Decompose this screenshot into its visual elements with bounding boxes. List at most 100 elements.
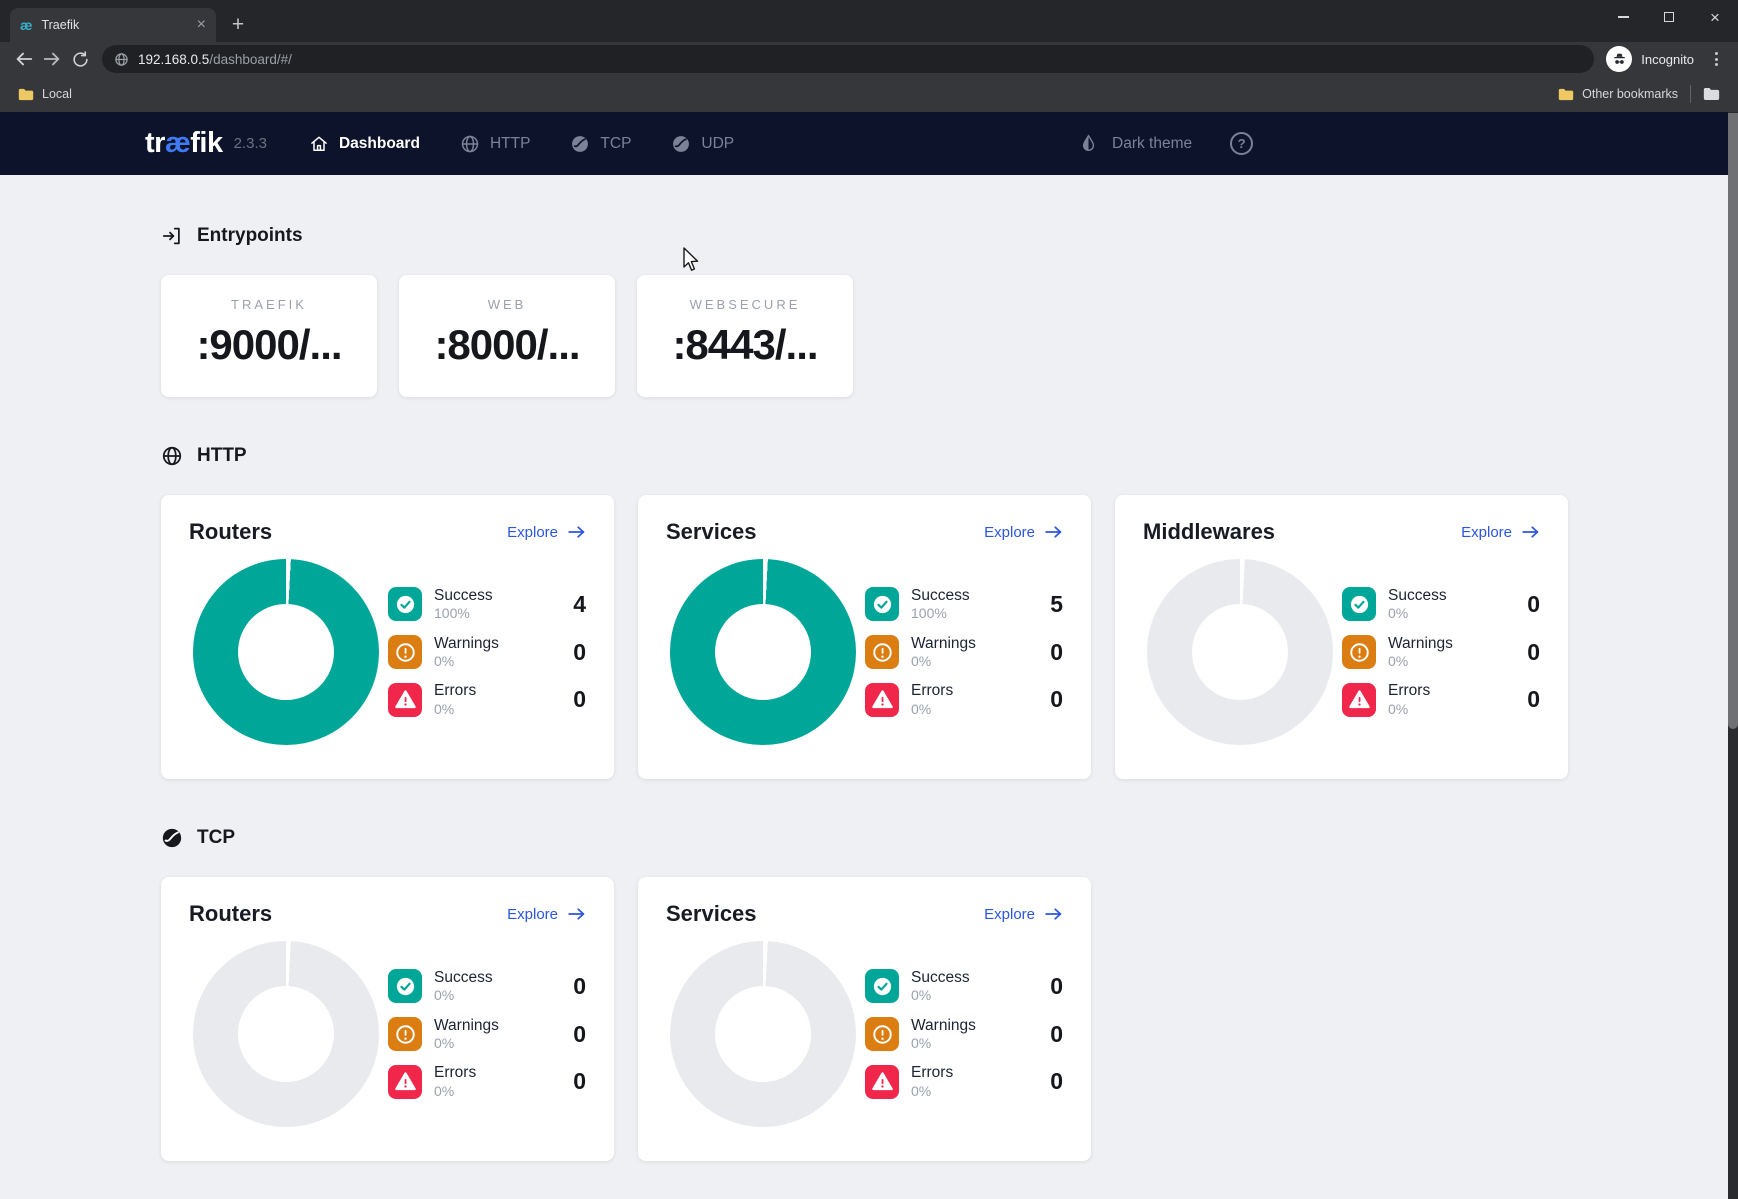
stat-percent: 0% xyxy=(911,701,953,719)
nav-dashboard[interactable]: Dashboard xyxy=(309,134,420,154)
stat-value: 0 xyxy=(573,1068,586,1095)
cards-row: RoutersExploreSuccess0%0Warnings0%0Error… xyxy=(161,877,1568,1161)
explore-link[interactable]: Explore xyxy=(507,906,586,923)
stat-percent: 100% xyxy=(434,605,493,623)
check-circle-icon xyxy=(871,975,894,998)
alert-circle-icon xyxy=(1348,641,1371,664)
maximize-button[interactable] xyxy=(1646,0,1692,34)
stat-label: Success xyxy=(911,586,970,605)
stat-label: Success xyxy=(911,968,970,987)
url-bar[interactable]: 192.168.0.5/dashboard/#/ xyxy=(102,45,1594,73)
warning-badge xyxy=(388,635,422,669)
stat-percent: 0% xyxy=(1388,653,1453,671)
back-button[interactable] xyxy=(10,45,38,73)
stat-value: 0 xyxy=(1050,1021,1063,1048)
header-right: Dark theme ? xyxy=(1078,112,1253,175)
stat-row-warning: Warnings0% 0 xyxy=(865,1016,1063,1053)
scrollbar-track[interactable] xyxy=(1728,112,1738,1199)
dark-theme-toggle[interactable]: Dark theme xyxy=(1078,133,1192,154)
entrypoints-heading: Entrypoints xyxy=(161,225,1568,247)
stat-row-error: Errors0%0 xyxy=(388,681,586,718)
check-circle-icon xyxy=(394,593,417,616)
warning-badge xyxy=(865,1017,899,1051)
stats-list: Success0%0Warnings0%0Errors0%0 xyxy=(865,968,1063,1101)
card-title: Services xyxy=(666,901,757,927)
stat-percent: 0% xyxy=(1388,701,1430,719)
stat-row-success: Success0%0 xyxy=(1342,586,1540,623)
scrollbar-thumb[interactable] xyxy=(1728,113,1738,729)
all-bookmarks-folder-icon[interactable] xyxy=(1703,87,1720,101)
alert-circle-icon xyxy=(394,641,417,664)
alert-circle-icon xyxy=(871,1023,894,1046)
globe-icon xyxy=(161,445,183,467)
contrast-droplet-icon xyxy=(1078,133,1099,154)
explore-link[interactable]: Explore xyxy=(1461,524,1540,541)
alert-triangle-icon xyxy=(871,1070,894,1093)
card-title: Routers xyxy=(189,519,272,545)
stat-row-error: Errors0%0 xyxy=(865,681,1063,718)
nav-udp[interactable]: UDP xyxy=(671,134,734,154)
proxy-dark-icon xyxy=(161,827,183,849)
explore-link[interactable]: Explore xyxy=(984,524,1063,541)
minimize-button[interactable] xyxy=(1600,0,1646,34)
explore-link[interactable]: Explore xyxy=(984,906,1063,923)
window-controls: × xyxy=(1600,0,1738,34)
stat-percent: 0% xyxy=(911,1035,976,1053)
entrypoint-card-websecure: WEBSECURE :8443/... xyxy=(637,275,853,397)
stat-row-success: Success0% 0 xyxy=(865,968,1063,1005)
success-badge xyxy=(388,969,422,1003)
other-bookmarks[interactable]: Other bookmarks xyxy=(1558,87,1678,101)
browser-tab[interactable]: æ Traefik × xyxy=(10,8,216,42)
stat-percent: 100% xyxy=(911,605,970,623)
browser-menu-button[interactable] xyxy=(1704,45,1728,73)
stat-row-success: Success100%4 xyxy=(388,586,586,623)
card-title: Services xyxy=(666,519,757,545)
folder-icon xyxy=(1558,88,1574,101)
stat-value: 0 xyxy=(1527,639,1540,666)
help-icon[interactable]: ? xyxy=(1230,132,1253,155)
browser-tab-strip: æ Traefik × + × xyxy=(0,0,1738,42)
new-tab-button[interactable]: + xyxy=(224,11,252,39)
explore-link[interactable]: Explore xyxy=(507,524,586,541)
alert-circle-icon xyxy=(871,641,894,664)
stat-percent: 0% xyxy=(911,987,970,1005)
stat-label: Errors xyxy=(1388,681,1430,700)
error-badge xyxy=(865,1065,899,1099)
donut-chart xyxy=(670,559,856,745)
donut-chart xyxy=(193,559,379,745)
screen: æ Traefik × + × 192.168.0.5/dashboard/#/ xyxy=(0,0,1738,1199)
card-title: Routers xyxy=(189,901,272,927)
stat-row-warning: Warnings0%0 xyxy=(388,634,586,671)
card-tcp-routers: RoutersExploreSuccess0%0Warnings0%0Error… xyxy=(161,877,614,1161)
reload-button[interactable] xyxy=(66,45,94,73)
nav-http[interactable]: HTTP xyxy=(460,134,530,154)
error-badge xyxy=(388,683,422,717)
card-http-services: ServicesExploreSuccess100%5Warnings0%0Er… xyxy=(638,495,1091,779)
stat-percent: 0% xyxy=(434,1083,476,1101)
section-http: HTTPRoutersExploreSuccess100%4Warnings0%… xyxy=(161,445,1568,779)
check-circle-icon xyxy=(1348,593,1371,616)
card-http-routers: Routers Explore Success100%4 Warnings0%0 Err… xyxy=(161,495,614,779)
forward-button[interactable] xyxy=(38,45,66,73)
donut-chart xyxy=(1147,559,1333,745)
stat-row-error: Errors0% 0 xyxy=(388,1063,586,1100)
tab-close-icon[interactable]: × xyxy=(197,17,206,33)
stats-list: Success100%4 Warnings0%0 Errors0%0 xyxy=(388,586,586,719)
proxy-circle-icon xyxy=(671,134,691,154)
stat-value: 0 xyxy=(573,1021,586,1048)
stat-percent: 0% xyxy=(434,987,493,1005)
stat-value: 0 xyxy=(1050,973,1063,1000)
entrypoints-cards: TRAEFIK :9000/... WEB :8000/... WEBSECUR… xyxy=(161,275,1568,397)
stat-label: Warnings xyxy=(911,1016,976,1035)
stat-label: Success xyxy=(434,586,493,605)
bookmark-local[interactable]: Local xyxy=(18,87,72,101)
bookmarks-separator xyxy=(1690,85,1691,103)
incognito-label: Incognito xyxy=(1641,52,1694,67)
check-circle-icon xyxy=(871,593,894,616)
traefik-header: træfik 2.3.3 Dashboard HTTP TCP UDP xyxy=(0,112,1738,175)
window-close-button[interactable]: × xyxy=(1692,0,1738,34)
card-title: Middlewares xyxy=(1143,519,1275,545)
stat-label: Errors xyxy=(434,1063,476,1082)
nav-tcp[interactable]: TCP xyxy=(570,134,631,154)
stat-row-success: Success100%5 xyxy=(865,586,1063,623)
